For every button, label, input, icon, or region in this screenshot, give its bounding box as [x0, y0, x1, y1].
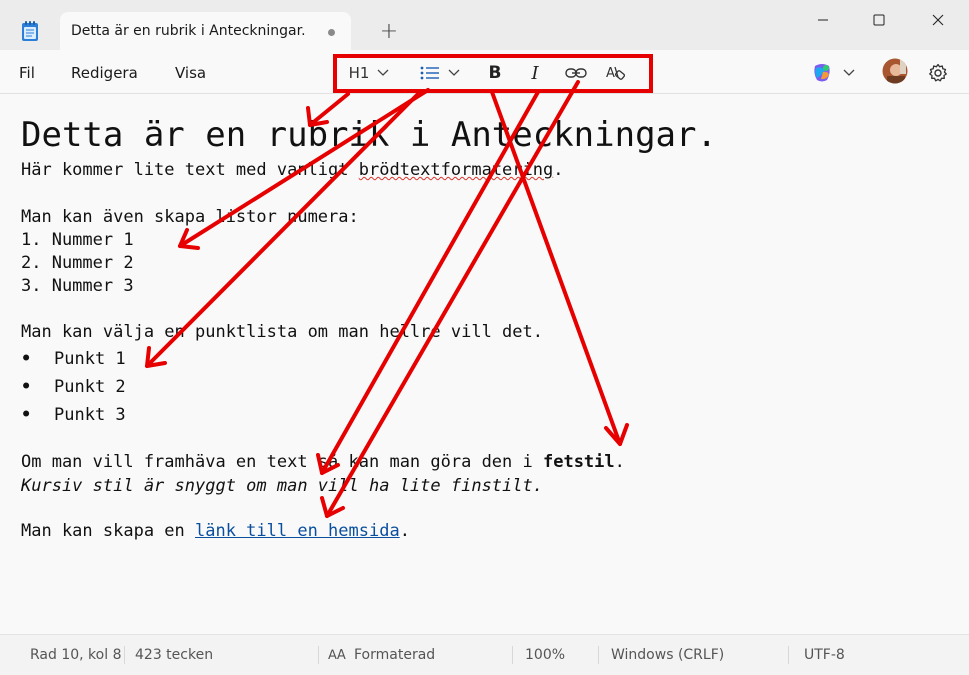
maximize-icon [873, 14, 885, 26]
copilot-button[interactable] [811, 60, 855, 86]
account-avatar[interactable] [882, 58, 908, 84]
close-button[interactable] [909, 0, 967, 40]
tab-title: Detta är en rubrik i Anteckningar. [71, 23, 306, 39]
status-bar: Rad 10, kol 8 423 tecken ꓮA Formaterad 1… [0, 634, 969, 675]
status-divider [124, 646, 125, 664]
bullet-list-intro: Man kan välja en punktlista om man hellr… [21, 322, 543, 342]
menu-view[interactable]: Visa [175, 64, 206, 82]
bullet-list-item: • Punkt 1 [21, 349, 126, 369]
new-tab-button[interactable]: + [373, 16, 405, 48]
status-divider [318, 646, 319, 664]
document-heading: Detta är en rubrik i Anteckningar. [21, 115, 717, 155]
hyperlink[interactable]: länk till en hemsida [195, 521, 400, 541]
unsaved-dot-icon[interactable] [328, 29, 335, 36]
status-divider [512, 646, 513, 664]
close-icon [932, 14, 944, 26]
status-divider [598, 646, 599, 664]
copilot-icon [814, 64, 830, 82]
menu-edit[interactable]: Redigera [71, 64, 138, 82]
cursor-position[interactable]: Rad 10, kol 8 [30, 647, 121, 663]
spellcheck-word: brödtextformatering [358, 160, 554, 180]
status-divider [788, 646, 789, 664]
avatar-icon [882, 58, 908, 84]
settings-button[interactable] [928, 60, 948, 86]
text-format-icon: ꓮA [328, 648, 346, 663]
line-ending[interactable]: Windows (CRLF) [611, 647, 724, 663]
numbered-list-item: 1. Nummer 1 [21, 230, 134, 250]
bullet-list-item: • Punkt 2 [21, 377, 126, 397]
numbered-list-item: 2. Nummer 2 [21, 253, 134, 273]
character-count: 423 tecken [135, 647, 214, 663]
gear-icon [929, 63, 947, 82]
bullet-list-item: • Punkt 3 [21, 405, 126, 425]
zoom-level[interactable]: 100% [525, 647, 565, 663]
minimize-button[interactable] [794, 0, 852, 40]
title-bar: Detta är en rubrik i Anteckningar. + [0, 0, 969, 52]
minimize-icon [818, 19, 828, 21]
link-text-line: Man kan skapa en länk till en hemsida. [21, 521, 410, 541]
maximize-button[interactable] [850, 0, 908, 40]
document-tab[interactable]: Detta är en rubrik i Anteckningar. [60, 12, 351, 52]
toolbar-annotation-box [333, 54, 653, 93]
chevron-down-icon [843, 69, 855, 76]
bold-word: fetstil [542, 452, 615, 472]
menu-bar: Fil Redigera Visa H1 B I A [0, 52, 969, 94]
notepad-app-icon [20, 20, 40, 42]
numbered-list-intro: Man kan även skapa listor numera: [21, 207, 359, 227]
numbered-list-item: 3. Nummer 3 [21, 276, 134, 296]
encoding[interactable]: UTF-8 [804, 647, 845, 663]
menu-file[interactable]: Fil [19, 64, 35, 82]
body-text-line: Här kommer lite text med vanligt brödtex… [21, 160, 564, 180]
bold-text-line: Om man vill framhäva en text så kan man … [21, 452, 625, 472]
editor-area[interactable]: Detta är en rubrik i Anteckningar. Här k… [0, 95, 969, 633]
format-mode[interactable]: Formaterad [354, 647, 435, 663]
italic-text-line: Kursiv stil är snyggt om man vill ha lit… [21, 476, 543, 496]
